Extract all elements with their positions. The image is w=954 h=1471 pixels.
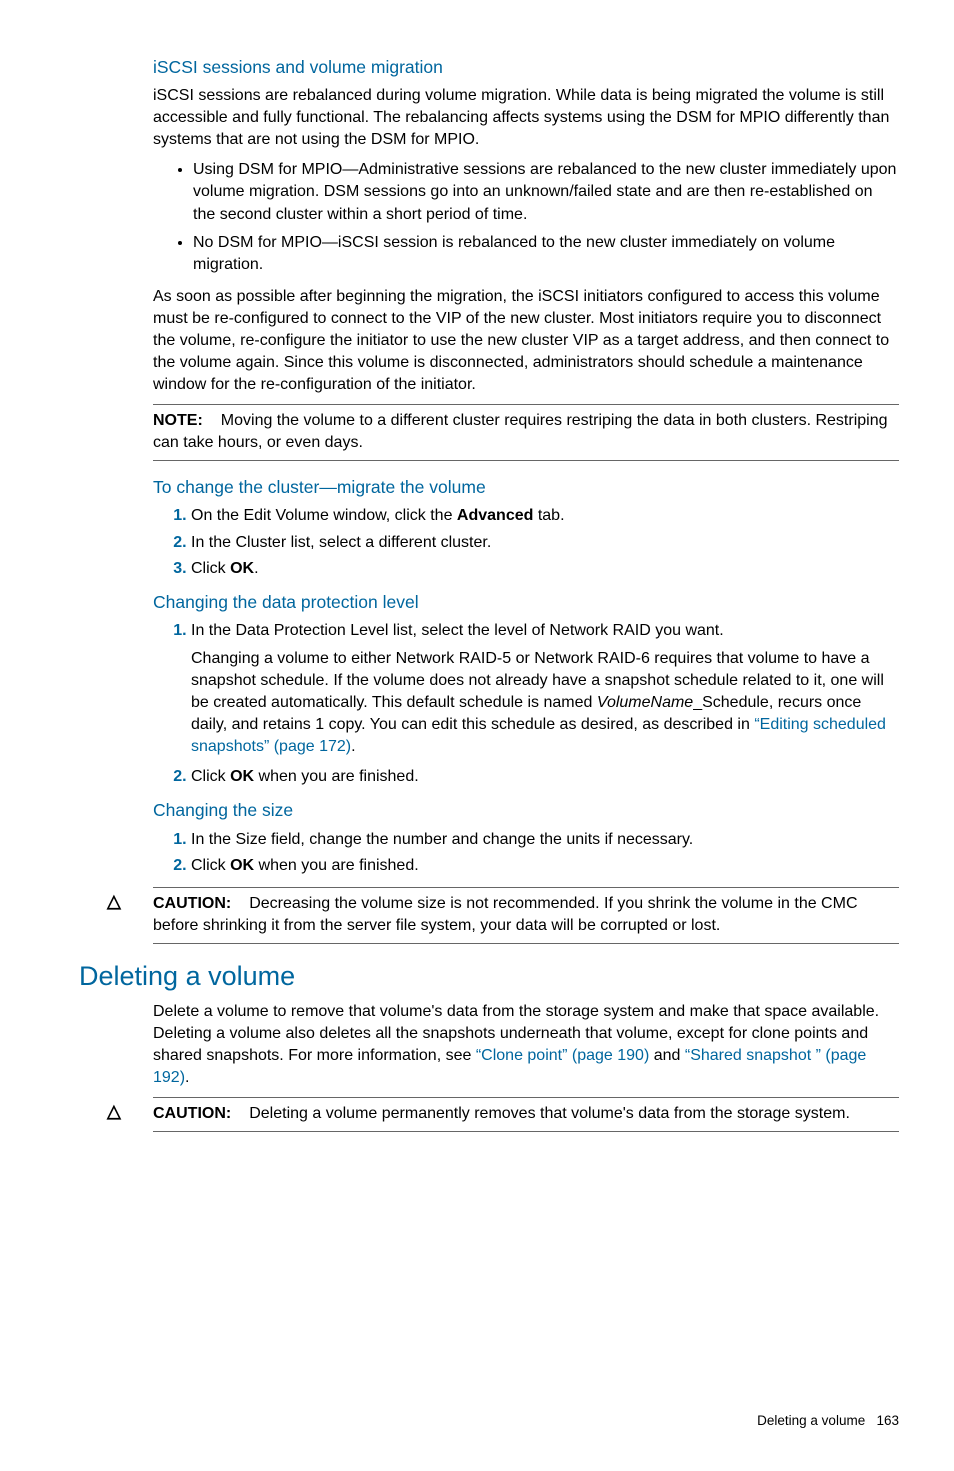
heading-iscsi-sessions: iSCSI sessions and volume migration bbox=[153, 55, 899, 79]
note-box: NOTE:Moving the volume to a different cl… bbox=[153, 404, 899, 461]
caution-label: CAUTION: bbox=[153, 895, 231, 912]
caution-icon: △ bbox=[107, 1099, 121, 1124]
list-item: Using DSM for MPIO—Administrative sessio… bbox=[193, 159, 899, 225]
list-item-body: Changing a volume to either Network RAID… bbox=[191, 648, 899, 758]
list-item: On the Edit Volume window, click the Adv… bbox=[191, 505, 899, 527]
list-item: Click OK. bbox=[191, 558, 899, 580]
heading-change-cluster: To change the cluster—migrate the volume bbox=[153, 475, 899, 499]
ordered-list: On the Edit Volume window, click the Adv… bbox=[153, 505, 899, 579]
list-item: Click OK when you are finished. bbox=[191, 855, 899, 877]
main-content: Delete a volume to remove that volume's … bbox=[153, 1001, 899, 1132]
footer-text: Deleting a volume bbox=[757, 1413, 865, 1428]
caution-box: CAUTION:Decreasing the volume size is no… bbox=[153, 887, 899, 944]
page-footer: Deleting a volume 163 bbox=[55, 1412, 899, 1431]
list-item: No DSM for MPIO—iSCSI session is rebalan… bbox=[193, 232, 899, 276]
list-item: Click OK when you are finished. bbox=[191, 766, 899, 788]
caution-label: CAUTION: bbox=[153, 1105, 231, 1122]
caution-block: △ CAUTION:Decreasing the volume size is … bbox=[153, 887, 899, 944]
paragraph: As soon as possible after beginning the … bbox=[153, 286, 899, 396]
note-label: NOTE: bbox=[153, 412, 203, 429]
link-clone-point[interactable]: “Clone point” (page 190) bbox=[476, 1047, 649, 1064]
bullet-list: Using DSM for MPIO—Administrative sessio… bbox=[153, 159, 899, 275]
ordered-list: In the Size field, change the number and… bbox=[153, 829, 899, 877]
note-text: Moving the volume to a different cluster… bbox=[153, 412, 888, 451]
page-number: 163 bbox=[876, 1413, 899, 1428]
caution-icon: △ bbox=[107, 889, 121, 914]
paragraph: iSCSI sessions are rebalanced during vol… bbox=[153, 85, 899, 151]
paragraph: Delete a volume to remove that volume's … bbox=[153, 1001, 899, 1089]
main-content: iSCSI sessions and volume migration iSCS… bbox=[153, 55, 899, 944]
list-item: In the Cluster list, select a different … bbox=[191, 532, 899, 554]
caution-block: △ CAUTION:Deleting a volume permanently … bbox=[153, 1097, 899, 1132]
caution-box: CAUTION: Deleting a volume permanently re… bbox=[153, 1097, 899, 1132]
heading-deleting-volume: Deleting a volume bbox=[79, 958, 899, 995]
ordered-list: In the Data Protection Level list, selec… bbox=[153, 620, 899, 789]
caution-text: Deleting a volume permanently removes th… bbox=[249, 1105, 850, 1122]
heading-data-protection: Changing the data protection level bbox=[153, 590, 899, 614]
list-item: In the Size field, change the number and… bbox=[191, 829, 899, 851]
list-item: In the Data Protection Level list, selec… bbox=[191, 620, 899, 758]
caution-text: Decreasing the volume size is not recomm… bbox=[153, 895, 858, 934]
heading-changing-size: Changing the size bbox=[153, 798, 899, 822]
